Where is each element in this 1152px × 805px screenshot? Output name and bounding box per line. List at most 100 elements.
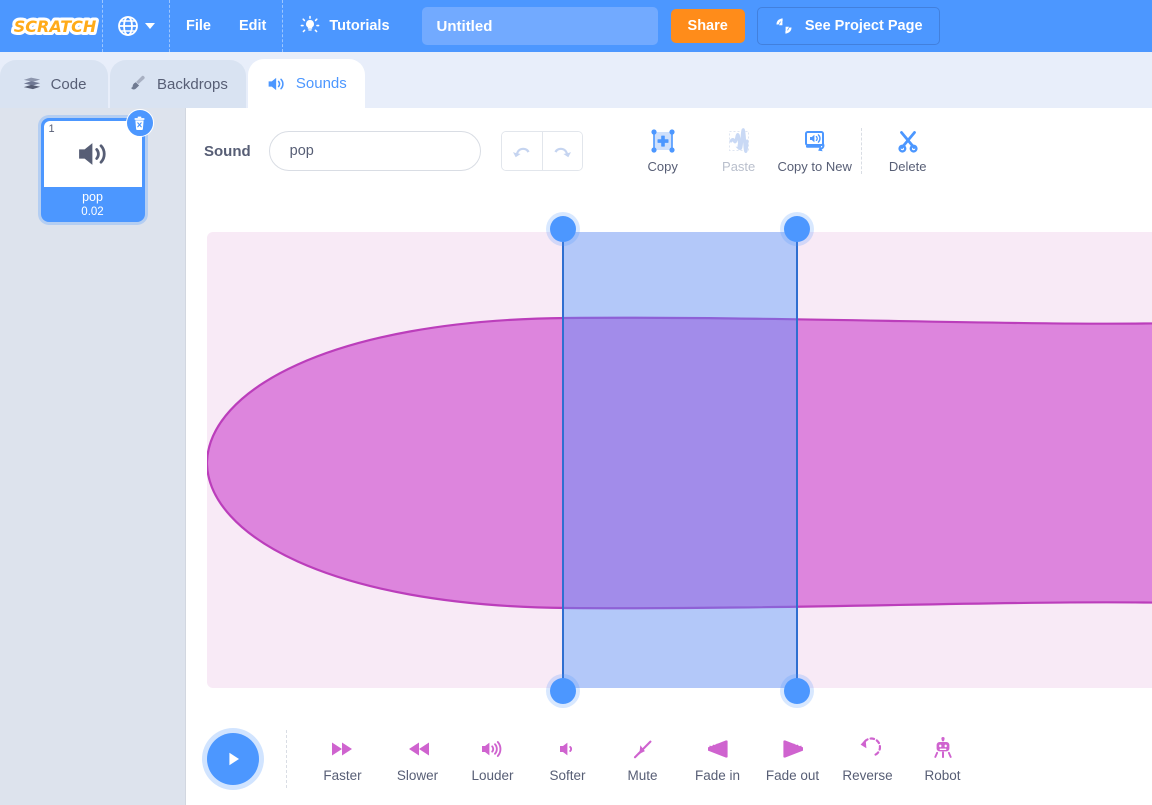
sound-index: 1 [49,123,55,135]
see-project-page-label: See Project Page [805,18,923,34]
paste-label: Paste [722,159,755,174]
sound-edit-toolbar: Sound [186,108,1152,194]
see-project-page-button[interactable]: See Project Page [757,7,940,45]
delete-button[interactable]: Delete [870,128,946,174]
scratch-logo-icon: SCRATCH SCRATCH [10,12,100,40]
selection-handle-top-right[interactable] [784,216,810,242]
effect-louder[interactable]: Louder [455,736,530,783]
copy-to-new-icon [801,127,829,155]
sound-meta: pop 0.02 [44,187,142,222]
scratch-logo[interactable]: SCRATCH SCRATCH [10,11,100,41]
copy-label: Copy [647,159,677,174]
lightbulb-icon [299,15,321,37]
paste-icon-box [725,128,753,154]
fade-out-icon-box [779,736,807,762]
menu-tutorials-label: Tutorials [329,18,389,34]
tab-backdrops[interactable]: Backdrops [110,60,246,108]
reverse-icon-box [855,736,881,762]
redo-arrow-icon [551,142,573,160]
copy-to-new-button[interactable]: Copy to New [777,128,853,174]
redo-button[interactable] [542,132,582,170]
menu-tutorials[interactable]: Tutorials [285,0,403,52]
mute-icon [631,737,655,761]
sound-field-label: Sound [204,143,251,160]
selection-handle-bottom-left[interactable] [550,678,576,704]
sound-selector-panel: 1 pop 0.02 [0,108,186,805]
sound-name-label: pop [82,190,103,205]
effect-reverse-label: Reverse [842,768,892,783]
louder-icon-box [479,736,507,762]
selection-handle-top-left[interactable] [550,216,576,242]
tab-code-label: Code [51,76,87,93]
mute-icon-box [631,736,655,762]
play-icon [222,748,244,770]
effect-fade-out[interactable]: Fade out [755,736,830,783]
tab-code[interactable]: Code [0,60,108,108]
faster-icon-box [330,736,356,762]
sound-list-item[interactable]: 1 pop 0.02 [41,118,145,222]
effect-fade-in-label: Fade in [695,768,740,783]
effect-faster-label: Faster [323,768,361,783]
volume-up-icon [479,738,507,760]
effect-slower[interactable]: Slower [380,736,455,783]
robot-icon [931,737,955,761]
sound-thumbnail: 1 [44,121,142,187]
delete-label: Delete [889,159,927,174]
rewind-icon [405,738,431,760]
undo-button[interactable] [502,132,542,170]
robot-icon-box [931,736,955,762]
menu-divider-2 [169,0,170,52]
project-title-input[interactable] [422,7,658,45]
sound-editor: Sound [186,108,1152,805]
copy-button[interactable]: Copy [625,128,701,174]
undo-arrow-icon [511,142,533,160]
menu-edit[interactable]: Edit [225,0,280,52]
copy-to-new-icon-box [801,128,829,154]
selection-handle-bottom-right[interactable] [784,678,810,704]
clipboard-tools: Copy Paste [625,128,946,174]
delete-sound-badge[interactable] [126,109,154,137]
waveform-graph [207,232,1152,688]
menu-divider-3 [282,0,283,52]
reverse-arrow-icon [855,737,881,761]
menu-divider-1 [102,0,103,52]
waveform-area[interactable] [207,232,1152,688]
globe-icon [117,15,139,37]
effect-louder-label: Louder [471,768,513,783]
softer-icon-box [557,736,579,762]
waveform-shape [207,318,1152,608]
menu-file[interactable]: File [172,0,225,52]
effect-slower-label: Slower [397,768,438,783]
scissors-icon [894,127,922,155]
effect-mute-label: Mute [627,768,657,783]
effect-mute[interactable]: Mute [605,736,680,783]
tab-sounds-label: Sounds [296,75,347,92]
effects-separator [286,730,287,788]
trash-icon [132,116,147,131]
logo-fill: SCRATCH [14,17,97,36]
sound-name-input[interactable] [269,131,481,171]
copy-selection-icon [649,127,677,155]
code-icon [22,74,42,94]
effect-reverse[interactable]: Reverse [830,736,905,783]
volume-down-icon [557,738,579,760]
paste-button[interactable]: Paste [701,128,777,174]
effect-softer-label: Softer [549,768,585,783]
tab-sounds[interactable]: Sounds [248,59,365,108]
effect-robot-label: Robot [924,768,960,783]
slower-icon-box [405,736,431,762]
language-selector[interactable] [105,0,167,52]
effect-faster[interactable]: Faster [305,736,380,783]
effect-robot[interactable]: Robot [905,736,980,783]
copy-icon-box [649,128,677,154]
folder-arrow-icon [774,16,794,36]
paintbrush-icon [128,74,148,94]
speaker-icon [266,74,287,94]
fade-in-icon [704,738,732,760]
effect-softer[interactable]: Softer [530,736,605,783]
fade-out-icon [779,738,807,760]
play-button[interactable] [207,733,259,785]
share-button[interactable]: Share [671,9,745,43]
effect-fade-in[interactable]: Fade in [680,736,755,783]
tab-backdrops-label: Backdrops [157,76,228,93]
